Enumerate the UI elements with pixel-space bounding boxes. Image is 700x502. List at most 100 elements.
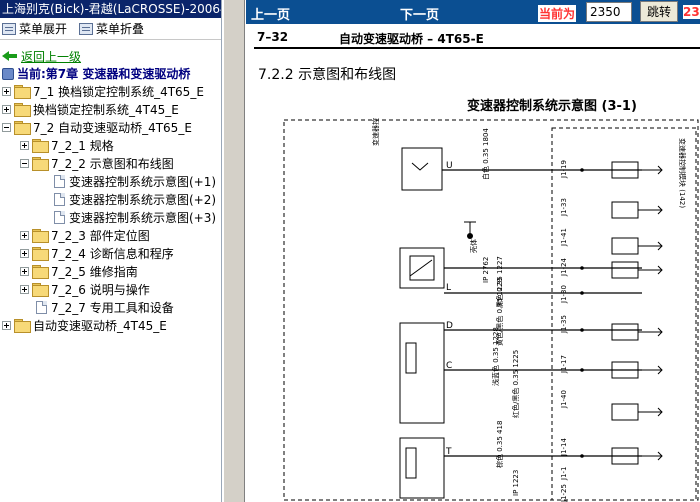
tree-item-label: 变速器控制系统示意图(+2) bbox=[69, 192, 217, 207]
section-heading: 7.2.2 示意图和布线图 bbox=[258, 67, 397, 83]
menu-icon bbox=[79, 22, 94, 35]
connector-label: J1-33 bbox=[560, 198, 568, 217]
tree-item-label: 7_2 自动变速驱动桥_4T65_E bbox=[33, 120, 192, 135]
expand-toggle-icon[interactable] bbox=[2, 320, 11, 330]
folder-icon bbox=[32, 265, 49, 279]
prev-page-link[interactable]: 上一页 bbox=[251, 4, 290, 23]
connector-label: J1-41 bbox=[560, 228, 568, 247]
tree-item-7-2-5[interactable]: 7_2_5 维修指南 bbox=[2, 262, 221, 280]
tree-item-diagram-2[interactable]: 变速器控制系统示意图(+2) bbox=[2, 190, 221, 208]
switch-symbol bbox=[411, 162, 429, 171]
wire-label: IP 2762 bbox=[482, 257, 490, 283]
expand-toggle-icon[interactable] bbox=[20, 266, 29, 276]
tree-item-label: 7_2_7 专用工具和设备 bbox=[51, 300, 174, 315]
window-title: 上海别克(Bick)-君越(LaCROSSE)-20064T65E bbox=[0, 0, 221, 18]
page-number-input[interactable] bbox=[586, 2, 632, 22]
tree-item-label: 7_2_6 说明与操作 bbox=[51, 282, 150, 297]
collapse-toggle-icon[interactable] bbox=[2, 122, 11, 132]
terminal-label: U bbox=[446, 161, 453, 171]
tree-item-7-2-2[interactable]: 7_2_2 示意图和布线图 bbox=[2, 154, 221, 172]
tree-item-label: 7_2_3 部件定位图 bbox=[51, 228, 150, 243]
tree-container: 返回上一级 当前:第7章 变速器和变速驱动桥 7_1 换档锁定控制系统_4T65… bbox=[0, 40, 221, 334]
terminal-label: L bbox=[446, 283, 451, 293]
expand-menu-label: 菜单展开 bbox=[19, 22, 68, 36]
tree-item-label: 7_2_1 规格 bbox=[51, 138, 114, 153]
tree-item-label: 7_2_5 维修指南 bbox=[51, 264, 138, 279]
menu-toolbar: 菜单展开 菜单折叠 bbox=[0, 18, 221, 40]
connector-label: J1-17 bbox=[560, 355, 568, 374]
connector-label: J1-1 bbox=[560, 467, 568, 482]
connector-label: J1-19 bbox=[560, 160, 568, 179]
next-page-link[interactable]: 下一页 bbox=[400, 4, 439, 23]
collapse-menu-label: 菜单折叠 bbox=[96, 22, 145, 36]
folder-open-icon bbox=[14, 121, 31, 135]
wiring-diagram: 变速器控制模块 (142) 变速器控制 壳体 U L D C T 白色 0.35… bbox=[283, 118, 699, 502]
tree-item-label: 变速器控制系统示意图(+3) bbox=[69, 210, 217, 225]
wire-label: 白色 0.35 1804 bbox=[481, 128, 490, 180]
diagram-title: 变速器控制系统示意图 (3-1) bbox=[467, 99, 637, 114]
wire-label: IP 1223 bbox=[512, 470, 520, 496]
expand-toggle-icon[interactable] bbox=[2, 86, 11, 96]
tree-item-7-1[interactable]: 7_1 换档锁定控制系统_4T65_E bbox=[2, 82, 221, 100]
tree-item-7-2-7[interactable]: 7_2_7 专用工具和设备 bbox=[2, 298, 221, 316]
connector-label: J1-40 bbox=[560, 390, 568, 409]
document-view: 7–32 自动变速驱动桥 – 4T65-E 7.2.2 示意图和布线图 变速器控… bbox=[246, 24, 700, 502]
doc-page-title: 自动变速驱动桥 – 4T65-E bbox=[339, 32, 484, 46]
header-divider bbox=[254, 47, 700, 49]
tree-item-7-2-1[interactable]: 7_2_1 规格 bbox=[2, 136, 221, 154]
back-link[interactable]: 返回上一级 bbox=[2, 48, 221, 64]
tree-item-7-2-3[interactable]: 7_2_3 部件定位图 bbox=[2, 226, 221, 244]
folder-icon bbox=[14, 103, 31, 117]
tree-item-7-2[interactable]: 7_2 自动变速驱动桥_4T65_E bbox=[2, 118, 221, 136]
folder-icon bbox=[32, 229, 49, 243]
wire-label: 红色/黑色 0.35 1225 bbox=[511, 350, 520, 418]
back-link-text[interactable]: 返回上一级 bbox=[21, 48, 81, 65]
folder-icon bbox=[32, 283, 49, 297]
pane-splitter[interactable] bbox=[223, 0, 245, 502]
tree-item-diagram-3[interactable]: 变速器控制系统示意图(+3) bbox=[2, 208, 221, 226]
tree-item-7-2-6[interactable]: 7_2_6 说明与操作 bbox=[2, 280, 221, 298]
go-button[interactable]: 跳转 bbox=[640, 1, 678, 22]
folder-icon bbox=[32, 139, 49, 153]
current-chapter: 当前:第7章 变速器和变速驱动桥 bbox=[2, 65, 221, 82]
collapse-menu-button[interactable]: 菜单折叠 bbox=[79, 20, 144, 37]
back-arrow-icon bbox=[2, 50, 18, 62]
diagram-frame bbox=[283, 119, 699, 501]
total-pages-label: 235 bbox=[683, 5, 700, 19]
expand-toggle-icon[interactable] bbox=[20, 248, 29, 258]
tree-item-diagram-1[interactable]: 变速器控制系统示意图(+1) bbox=[2, 172, 221, 190]
folder-open-icon bbox=[32, 157, 49, 171]
expand-toggle-icon[interactable] bbox=[20, 284, 29, 294]
solenoid-box-2 bbox=[399, 437, 445, 499]
module-internals bbox=[611, 161, 663, 465]
tree-item-label: 变速器控制系统示意图(+1) bbox=[69, 174, 217, 189]
tree-item-4t45-transaxle[interactable]: 自动变速驱动桥_4T45_E bbox=[2, 316, 221, 334]
expand-menu-button[interactable]: 菜单展开 bbox=[2, 20, 67, 37]
tree-item-4t45-shift-lock[interactable]: 换档锁定控制系统_4T45_E bbox=[2, 100, 221, 118]
connector-label: J1-30 bbox=[560, 285, 568, 304]
left-pane: 上海别克(Bick)-君越(LaCROSSE)-20064T65E 菜单展开 菜… bbox=[0, 0, 222, 502]
folder-icon bbox=[14, 85, 31, 99]
doc-page-number: 7–32 bbox=[257, 30, 289, 44]
tree: 7_1 换档锁定控制系统_4T65_E 换档锁定控制系统_4T45_E 7_2 … bbox=[2, 82, 221, 334]
component-box bbox=[399, 247, 445, 289]
tree-item-label: 7_2_2 示意图和布线图 bbox=[51, 156, 174, 171]
folder-icon bbox=[32, 247, 49, 261]
collapse-toggle-icon[interactable] bbox=[20, 158, 29, 168]
tree-item-label: 自动变速驱动桥_4T45_E bbox=[33, 318, 167, 333]
terminal-label: D bbox=[446, 321, 453, 331]
computer-icon bbox=[2, 67, 14, 80]
expand-toggle-icon[interactable] bbox=[20, 230, 29, 240]
expand-toggle-icon[interactable] bbox=[20, 140, 29, 150]
folder-icon bbox=[14, 319, 31, 333]
left-module-label: 变速器控制 bbox=[371, 118, 380, 146]
document-icon bbox=[36, 300, 47, 314]
expand-toggle-icon[interactable] bbox=[2, 104, 11, 114]
menu-icon bbox=[2, 22, 16, 35]
ground-label: 壳体 bbox=[469, 239, 478, 253]
connector-label: J1-24 bbox=[560, 258, 568, 277]
module-label: 变速器控制模块 (142) bbox=[678, 138, 687, 208]
document-icon bbox=[54, 174, 65, 188]
tree-item-7-2-4[interactable]: 7_2_4 诊断信息和程序 bbox=[2, 244, 221, 262]
sensor-symbol bbox=[409, 259, 433, 277]
